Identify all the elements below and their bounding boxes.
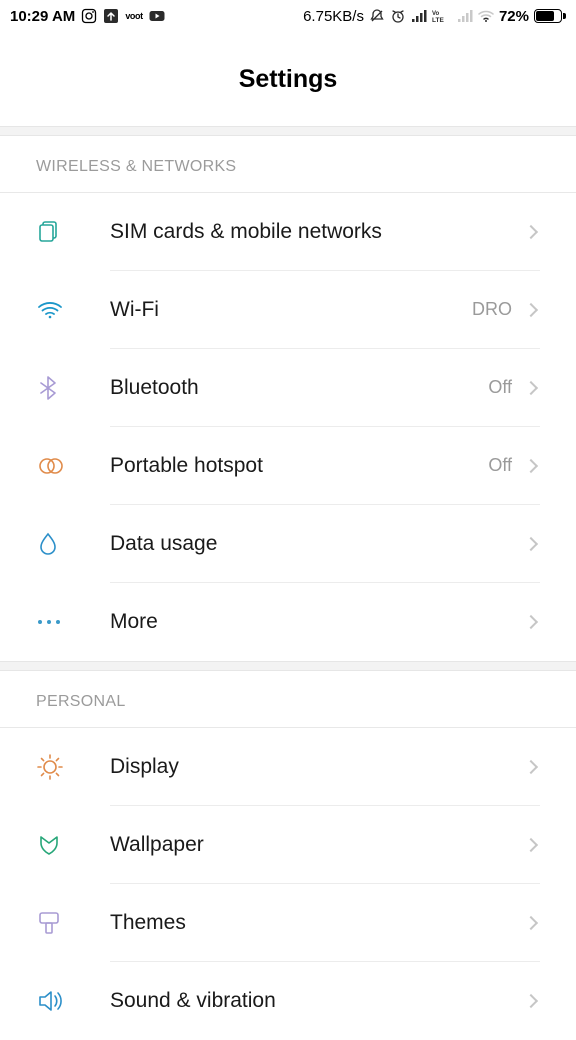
row-label: Themes (110, 911, 526, 935)
row-label: Bluetooth (110, 376, 488, 400)
battery-icon (534, 9, 566, 23)
section-title-personal: PERSONAL (0, 671, 576, 727)
chevron-right-icon (524, 837, 538, 851)
battery-percent: 72% (499, 8, 529, 25)
page-header: Settings (0, 32, 576, 126)
row-label: Display (110, 755, 526, 779)
voot-icon: voot (125, 11, 142, 21)
row-value: Off (488, 377, 512, 398)
row-label: Wallpaper (110, 833, 526, 857)
row-label: Data usage (110, 532, 526, 556)
themes-icon (36, 909, 72, 937)
wallpaper-icon (36, 832, 72, 858)
chevron-right-icon (524, 915, 538, 929)
wifi-icon (36, 296, 72, 324)
status-bar: 10:29 AM voot 6.75KB/s VoLTE 7 (0, 0, 576, 32)
chevron-right-icon (524, 380, 538, 394)
svg-text:LTE: LTE (432, 17, 444, 24)
chevron-right-icon (524, 759, 538, 773)
chevron-right-icon (524, 224, 538, 238)
hotspot-icon (36, 455, 72, 477)
chevron-right-icon (524, 458, 538, 472)
signal-icon (411, 8, 427, 24)
row-data-usage[interactable]: Data usage (36, 505, 540, 583)
row-more[interactable]: More (36, 583, 540, 661)
row-sound[interactable]: Sound & vibration (36, 962, 540, 1040)
row-label: Wi-Fi (110, 298, 472, 322)
row-wallpaper[interactable]: Wallpaper (36, 806, 540, 884)
row-hotspot[interactable]: Portable hotspot Off (36, 427, 540, 505)
row-themes[interactable]: Themes (36, 884, 540, 962)
more-icon (36, 618, 72, 626)
row-label: Sound & vibration (110, 989, 526, 1013)
status-time: 10:29 AM (10, 8, 75, 25)
alarm-icon (390, 8, 406, 24)
row-label: SIM cards & mobile networks (110, 220, 526, 244)
chevron-right-icon (524, 536, 538, 550)
wifi-status-icon (478, 8, 494, 24)
row-label: More (110, 610, 526, 634)
chevron-right-icon (524, 302, 538, 316)
network-speed: 6.75KB/s (303, 8, 364, 25)
chevron-right-icon (524, 994, 538, 1008)
youtube-icon (149, 8, 165, 24)
chevron-right-icon (524, 615, 538, 629)
instagram-icon (81, 8, 97, 24)
data-usage-icon (36, 530, 72, 558)
signal-dim-icon (457, 8, 473, 24)
row-value: DRO (472, 299, 512, 320)
row-sim-cards[interactable]: SIM cards & mobile networks (36, 193, 540, 271)
upload-icon (103, 8, 119, 24)
section-gap (0, 661, 576, 671)
bluetooth-icon (36, 374, 72, 402)
sound-icon (36, 988, 72, 1014)
display-icon (36, 753, 72, 781)
dnd-icon (369, 8, 385, 24)
row-wifi[interactable]: Wi-Fi DRO (36, 271, 540, 349)
section-gap (0, 126, 576, 136)
page-title: Settings (239, 65, 338, 94)
section-title-wireless: WIRELESS & NETWORKS (0, 136, 576, 192)
row-value: Off (488, 455, 512, 476)
row-bluetooth[interactable]: Bluetooth Off (36, 349, 540, 427)
row-display[interactable]: Display (36, 728, 540, 806)
volte-icon: VoLTE (432, 8, 452, 24)
row-label: Portable hotspot (110, 454, 488, 478)
sim-icon (36, 219, 72, 245)
